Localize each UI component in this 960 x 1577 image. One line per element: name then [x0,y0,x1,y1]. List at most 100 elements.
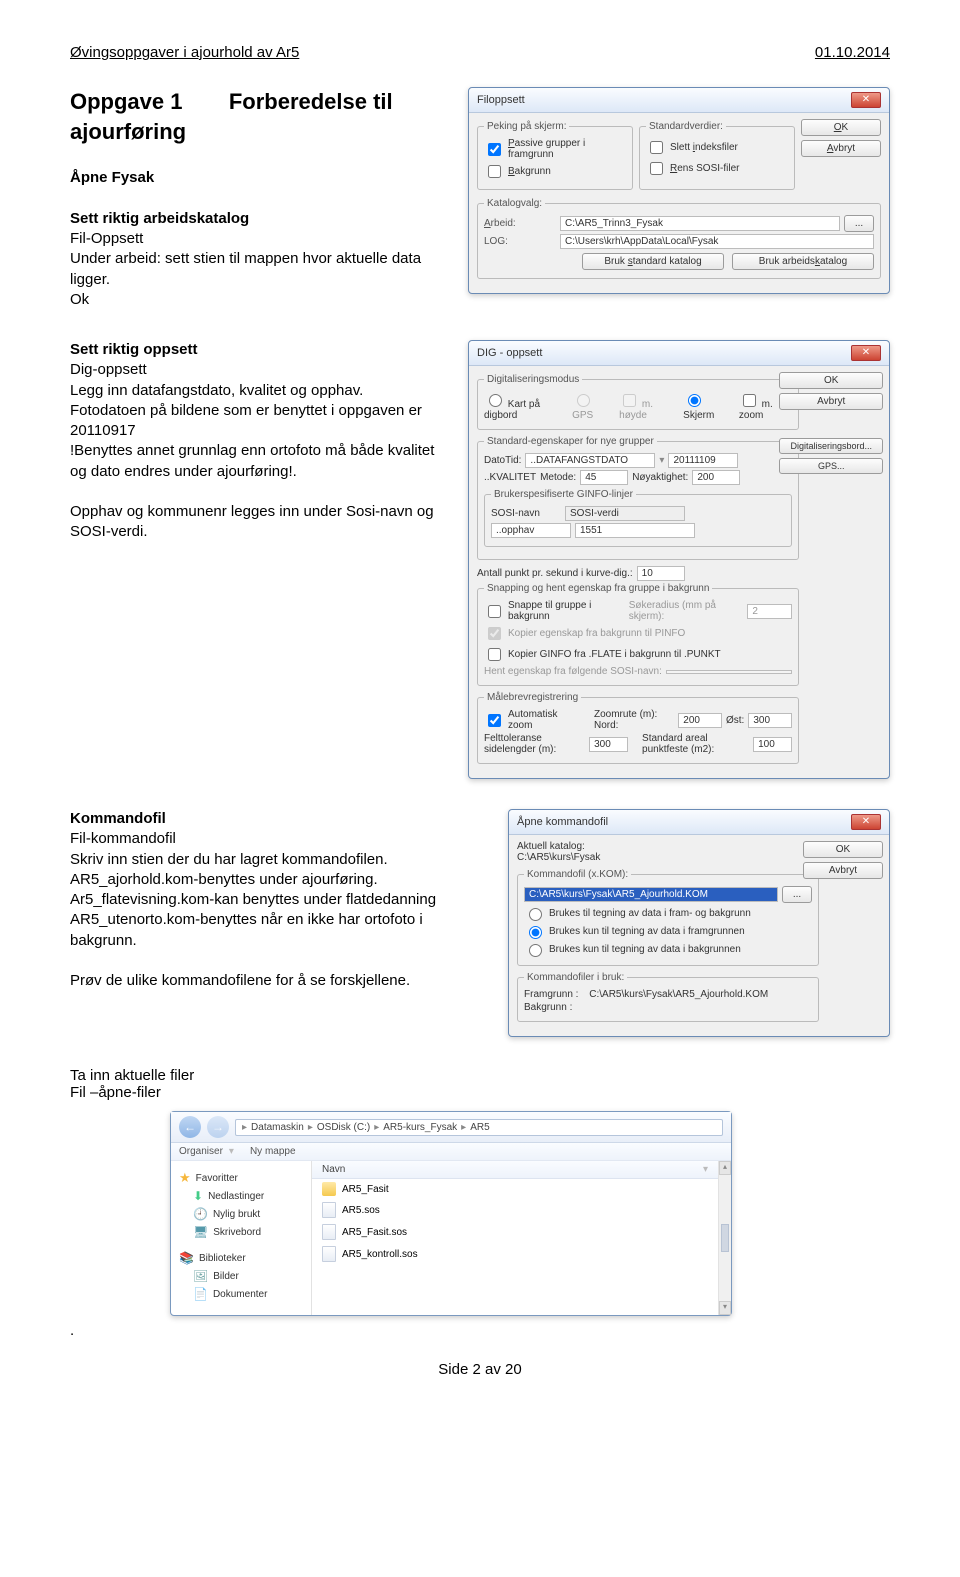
file-item[interactable]: AR5_kontroll.sos [312,1243,718,1265]
apne-r1[interactable] [529,908,542,921]
log-label: LOG: [484,236,556,247]
snapping-legend: Snapping og hent egenskap fra gruppe i b… [484,583,712,594]
apne-r3[interactable] [529,944,542,957]
metode-input[interactable]: 45 [580,470,628,485]
digbord-button[interactable]: Digitaliseringsbord... [779,438,883,454]
opphav-val-input[interactable]: 1551 [575,523,695,538]
malebrev-legend: Målebrevregistrering [484,692,581,703]
apne-grp-legend: Kommandofil (x.KOM): [524,869,631,880]
dig-oppsett-text: Dig-oppsett [70,360,452,380]
autozoom-check[interactable] [488,714,501,727]
doc-title: Øvingsoppgaver i ajourhold av Ar5 [70,44,299,61]
apne-avbryt-button[interactable]: Avbryt [803,862,883,879]
zoom-o-input[interactable]: 300 [748,713,792,728]
fil-apne-text: Fil –åpne-filer [70,1084,890,1101]
dig-ok-button[interactable]: OK [779,372,883,389]
opphav-name-input[interactable]: ..opphav [491,523,571,538]
oppgave-heading: Oppgave 1 [70,89,182,114]
gps-radio: GPS [572,391,611,421]
nymappe-button[interactable]: Ny mappe [250,1146,296,1157]
close-icon[interactable]: ✕ [851,345,881,361]
file-item[interactable]: AR5_Fasit.sos [312,1221,718,1243]
bakgrunn-label: Bakgrunn : [524,1002,572,1013]
kart-radio[interactable]: Kart på digbord [484,391,564,421]
file-item[interactable]: AR5.sos [312,1199,718,1221]
arbeid-input[interactable]: C:\AR5_Trinn3_Fysak [560,216,840,231]
legg-text: Legg inn datafangstdato, kvalitet og opp… [70,381,452,401]
areal-input[interactable]: 100 [753,737,792,752]
slett-checkbox[interactable] [650,141,663,154]
apne-r2[interactable] [529,926,542,939]
kopier-eg-check [488,627,501,640]
modus-legend: Digitaliseringsmodus [484,374,582,385]
kommandofil-head: Kommandofil [70,809,492,829]
ar5a-text: AR5_ajorhold.kom-benyttes under ajourfør… [70,870,492,890]
foto-text: Fotodatoen på bildene som er benyttet i … [70,401,452,442]
log-input[interactable]: C:\Users\krh\AppData\Local\Fysak [560,234,874,249]
antall-input[interactable]: 10 [637,566,685,581]
scrollbar[interactable]: ▴ ▾ [718,1161,731,1315]
fav-group[interactable]: ★Favoritter [171,1169,311,1187]
file-browser: ← → ▸ Datamaskin▸ OSDisk (C:)▸ AR5-kurs_… [170,1111,732,1316]
bakgrunn-checkbox[interactable] [488,165,501,178]
ok-text: Ok [70,290,452,310]
datotid-name-input[interactable]: ..DATAFANGSTDATO [525,453,655,468]
sidebar-item[interactable]: 🕘Nylig brukt [171,1205,311,1223]
dig-avbryt-button[interactable]: Avbryt [779,393,883,410]
organiser-button[interactable]: Organiser [179,1146,223,1157]
sidebar-item[interactable]: 🖥Skrivebord [171,1223,311,1241]
apne-browse-button[interactable]: ... [782,886,812,903]
sidebar-item[interactable]: ⬇Nedlastinger [171,1187,311,1205]
benyttes-text: !Benyttes annet grunnlag enn ortofoto må… [70,441,452,482]
framgrunn-val: C:\AR5\kurs\Fysak\AR5_Ajourhold.KOM [589,989,768,1000]
apne-dialog: Åpne kommandofil ✕ OK Avbryt Aktuell kat… [508,809,890,1037]
apne-title: Åpne kommandofil [517,816,608,828]
noy-input[interactable]: 200 [692,470,740,485]
forward-icon[interactable]: → [207,1116,229,1138]
ta-inn-head: Ta inn aktuelle filer [70,1067,890,1084]
close-icon[interactable]: ✕ [851,814,881,830]
std-katalog-button[interactable]: Bruk standard katalog [582,253,724,270]
under-arbeid-text: Under arbeid: sett stien til mappen hvor… [70,249,452,290]
page-footer: Side 2 av 20 [70,1361,890,1378]
close-icon[interactable]: ✕ [851,92,881,108]
dig-title: DIG - oppsett [477,347,542,359]
ar5f-text: Ar5_flatevisning.kom-kan benyttes under … [70,890,492,910]
rens-checkbox[interactable] [650,162,663,175]
snappe-check[interactable] [488,605,501,618]
arb-katalog-button[interactable]: Bruk arbeidskatalog [732,253,874,270]
zoom-n-input[interactable]: 200 [678,713,722,728]
arbeid-browse-button[interactable]: ... [844,215,874,232]
set-catalog-head: Sett riktig arbeidskatalog [70,209,452,229]
bib-group[interactable]: 📚Biblioteker [171,1249,311,1267]
felt-input[interactable]: 300 [589,737,628,752]
sidebar-item[interactable]: 🖼Bilder [171,1267,311,1285]
breadcrumb[interactable]: ▸ Datamaskin▸ OSDisk (C:)▸ AR5-kurs_Fysa… [235,1119,723,1136]
fil-kommandofil: Fil-kommandofil [70,829,492,849]
file-item[interactable]: AR5_Fasit [312,1179,718,1199]
open-fysak: Åpne Fysak [70,168,452,188]
hoyde-check: m. høyde [619,391,675,421]
navn-header[interactable]: Navn [322,1164,345,1175]
skjerm-radio[interactable]: Skjerm [683,391,731,421]
fil-oppsett-text: Fil-Oppsett [70,229,452,249]
opphav-text: Opphav og kommunenr legges inn under Sos… [70,502,452,543]
sokeradius-input: 2 [747,604,792,619]
peking-legend: Peking på skjerm: [484,121,569,132]
sidebar-item[interactable]: 📄Dokumenter [171,1285,311,1303]
sett-oppsett-head: Sett riktig oppsett [70,341,198,358]
back-icon[interactable]: ← [179,1116,201,1138]
datotid-val-input[interactable]: 20111109 [668,453,738,468]
passive-checkbox[interactable] [488,143,501,156]
standard-legend: Standardverdier: [646,121,726,132]
gps-button[interactable]: GPS... [779,458,883,474]
ar5u-text: AR5_utenorto.kom-benyttes når en ikke ha… [70,910,492,951]
ok-button[interactable]: OK [801,119,881,136]
filoppsett-title: Filoppsett [477,94,525,106]
sosi-verdi-hdr: SOSI-verdi [565,506,685,521]
skriv-text: Skriv inn stien der du har lagret komman… [70,850,492,870]
kopier-ginfo-check[interactable] [488,648,501,661]
apne-ok-button[interactable]: OK [803,841,883,858]
avbryt-button[interactable]: Avbryt [801,140,881,157]
apne-path-input[interactable]: C:\AR5\kurs\Fysak\AR5_Ajourhold.KOM [524,887,778,902]
